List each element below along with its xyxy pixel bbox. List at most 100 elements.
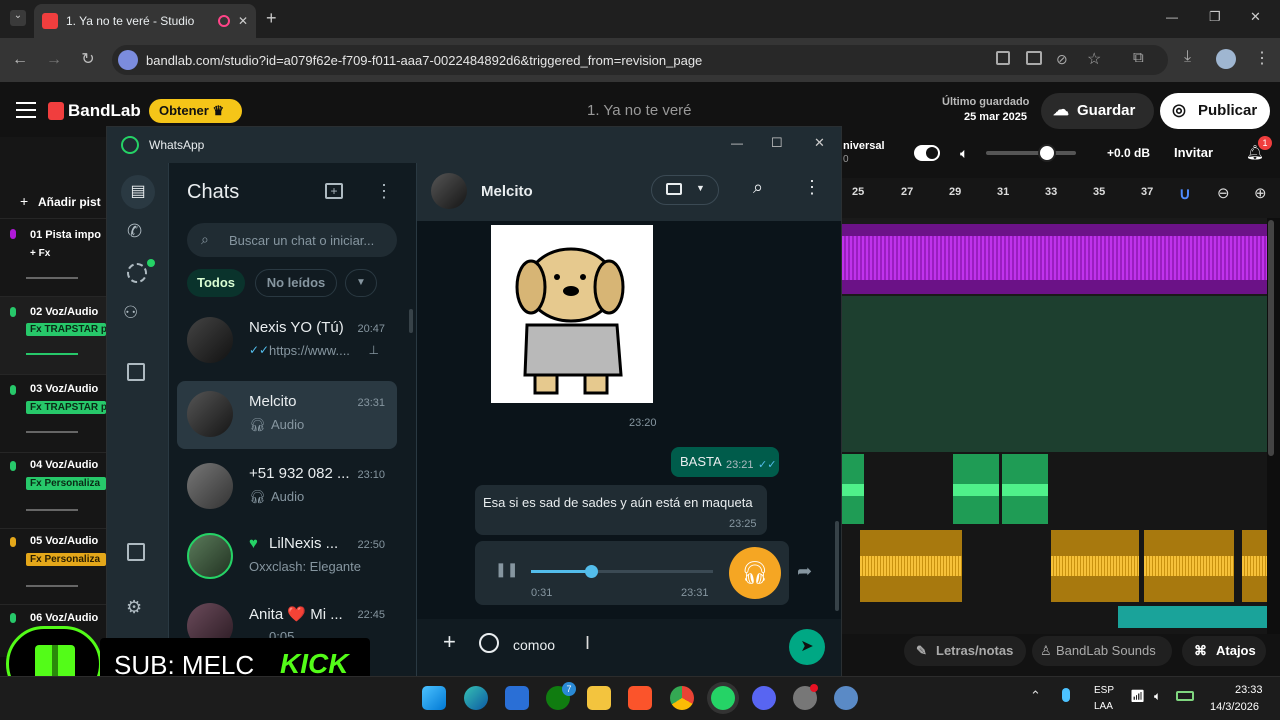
timeline-ruler[interactable]: 25 27 29 31 33 35 37 ∪ ⊖ ⊕ xyxy=(842,178,1280,218)
attach-plus-icon[interactable]: + xyxy=(443,629,456,655)
track-lane-3[interactable] xyxy=(842,374,1267,452)
audio-region-teal[interactable] xyxy=(1118,606,1267,628)
new-tab-button[interactable]: + xyxy=(266,8,277,29)
track-lane-1[interactable] xyxy=(842,218,1267,296)
battery-icon[interactable] xyxy=(1176,691,1194,701)
forward-icon[interactable]: ➦ xyxy=(797,561,812,582)
message-input[interactable]: comoo I xyxy=(507,627,777,661)
download-icon[interactable]: ⤓ xyxy=(1184,48,1191,66)
audio-region-green[interactable] xyxy=(953,454,999,524)
settings-nav-icon[interactable]: ⚙ xyxy=(126,597,142,618)
profile-avatar[interactable] xyxy=(1216,49,1236,69)
magnet-snap-icon[interactable]: ∪ xyxy=(1179,184,1191,204)
status-nav-icon[interactable] xyxy=(127,263,147,283)
eye-off-icon[interactable]: ⊘ xyxy=(1056,51,1068,68)
window-close-button[interactable]: ✕ xyxy=(1250,9,1261,25)
incoming-message[interactable]: Esa si es sad de sades y aún está en maq… xyxy=(475,485,767,535)
chat-item[interactable]: +51 932 082 ... 23:10 🎧︎ Audio xyxy=(177,453,397,521)
file-explorer-icon[interactable] xyxy=(587,686,611,710)
obtener-button[interactable]: Obtener ♛ xyxy=(149,99,242,123)
chrome-icon[interactable] xyxy=(670,686,694,710)
wifi-icon[interactable]: 📶︎ xyxy=(1130,689,1145,703)
start-windows-icon[interactable] xyxy=(422,686,446,710)
chat-item[interactable]: Nexis YO (Tú) 20:47 ✓✓ https://www.... ⊥ xyxy=(177,307,397,375)
audio-region-yellow[interactable] xyxy=(860,530,962,602)
bandlab-sounds-tab[interactable]: ♙ BandLab Sounds xyxy=(1032,636,1172,666)
volume-handle[interactable] xyxy=(1038,144,1056,162)
speaker-icon[interactable]: 🔈︎ xyxy=(1154,689,1161,704)
zoom-out-icon[interactable]: ⊖ xyxy=(1217,184,1230,202)
track-volume-line[interactable] xyxy=(26,509,78,511)
audio-region-yellow[interactable] xyxy=(1144,530,1234,602)
track-row[interactable]: 01 Pista impo + Fx xyxy=(0,218,110,296)
volume-icon[interactable]: 🔈︎ xyxy=(960,145,968,162)
communities-nav-icon[interactable]: ⚇ xyxy=(123,303,138,323)
browser-menu-icon[interactable]: ⋮ xyxy=(1254,48,1270,68)
voice-progress-track[interactable] xyxy=(531,565,713,578)
tray-chevron-icon[interactable]: ⌃ xyxy=(1030,688,1041,704)
filter-all[interactable]: Todos xyxy=(187,269,245,297)
brave-browser-icon[interactable] xyxy=(628,686,652,710)
chat-item-selected[interactable]: Melcito 23:31 🎧︎ Audio xyxy=(177,381,397,449)
media-nav-icon[interactable] xyxy=(127,543,145,561)
pause-button[interactable]: ❚❚ xyxy=(495,561,518,578)
track-volume-line[interactable] xyxy=(26,431,78,433)
filter-more-button[interactable]: ▼ xyxy=(345,269,377,297)
universal-toggle[interactable] xyxy=(914,145,940,161)
tab-close-icon[interactable]: ✕ xyxy=(238,14,248,28)
mic-tray-icon[interactable] xyxy=(1062,688,1070,702)
audio-region-green[interactable] xyxy=(842,454,864,524)
no-translate-icon[interactable] xyxy=(996,51,1010,65)
emoji-sticker-icon[interactable] xyxy=(479,633,499,653)
bookmark-star-icon[interactable]: ☆ xyxy=(1087,49,1101,69)
extensions-icon[interactable]: ⧉ xyxy=(1133,49,1144,66)
browser-tab[interactable]: 1. Ya no te veré - Studio ✕ xyxy=(34,4,256,38)
app-settings-icon[interactable] xyxy=(834,686,858,710)
track-row[interactable]: 03 Voz/Audio Fx TRAPSTAR p xyxy=(0,374,110,452)
tab-search-button[interactable]: ⌄ xyxy=(10,10,26,26)
clock-time[interactable]: 23:33 xyxy=(1235,684,1263,696)
calls-nav-icon[interactable]: ✆ xyxy=(127,221,142,242)
fx-badge[interactable]: Fx TRAPSTAR p xyxy=(26,401,106,414)
audio-region-green[interactable] xyxy=(1002,454,1048,524)
wa-maximize-button[interactable]: ☐ xyxy=(771,135,783,151)
master-volume-slider[interactable] xyxy=(986,144,1076,162)
audio-region-yellow[interactable] xyxy=(1051,530,1139,602)
conversation-name[interactable]: Melcito xyxy=(481,183,533,200)
video-call-button[interactable]: ▼ xyxy=(651,175,719,205)
back-icon[interactable]: ← xyxy=(10,50,30,70)
hamburger-menu-icon[interactable] xyxy=(16,102,36,118)
invite-button[interactable]: Invitar xyxy=(1174,145,1213,160)
list-scrollbar[interactable] xyxy=(409,309,413,333)
chat-scrollbar[interactable] xyxy=(835,521,839,611)
conversation-menu-icon[interactable]: ⋮ xyxy=(803,177,821,198)
fx-badge[interactable]: Fx TRAPSTAR p xyxy=(26,323,106,336)
sticker-image[interactable] xyxy=(491,225,653,403)
track-lane-2[interactable] xyxy=(842,296,1267,374)
discord-icon[interactable] xyxy=(752,686,776,710)
edge-browser-icon[interactable] xyxy=(464,686,488,710)
lang-indicator[interactable]: ESP xyxy=(1094,685,1114,696)
window-minimize-button[interactable]: — xyxy=(1166,10,1178,24)
lyrics-notes-tab[interactable]: ✎ Letras/notas xyxy=(904,636,1026,666)
save-button[interactable]: ☁ Guardar xyxy=(1041,93,1154,129)
track-lane-6[interactable] xyxy=(842,604,1267,634)
track-lane-5[interactable] xyxy=(842,528,1267,604)
chats-nav-icon[interactable]: ▤ xyxy=(121,175,155,209)
site-info-icon[interactable] xyxy=(118,50,138,70)
add-track-button[interactable]: + Añadir pist xyxy=(0,189,110,215)
avatar[interactable] xyxy=(431,173,467,209)
forward-icon[interactable]: → xyxy=(44,50,64,70)
track-volume-line[interactable] xyxy=(26,353,78,355)
search-icon[interactable]: ⌕ xyxy=(753,177,763,198)
outgoing-message[interactable]: BASTA 23:21 ✓✓ xyxy=(671,447,779,477)
list-menu-icon[interactable]: ⋮ xyxy=(375,181,393,202)
search-input[interactable]: ⌕ Buscar un chat o iniciar... xyxy=(187,223,397,257)
audio-region-purple[interactable] xyxy=(842,224,1267,294)
voice-progress-knob[interactable] xyxy=(585,565,599,578)
track-row[interactable]: 05 Voz/Audio Fx Personaliza xyxy=(0,528,110,604)
window-maximize-button[interactable]: ❐ xyxy=(1209,9,1221,25)
fx-badge[interactable]: + Fx xyxy=(26,247,54,260)
project-title[interactable]: 1. Ya no te veré xyxy=(587,102,692,119)
zoom-in-icon[interactable]: ⊕ xyxy=(1254,184,1267,202)
